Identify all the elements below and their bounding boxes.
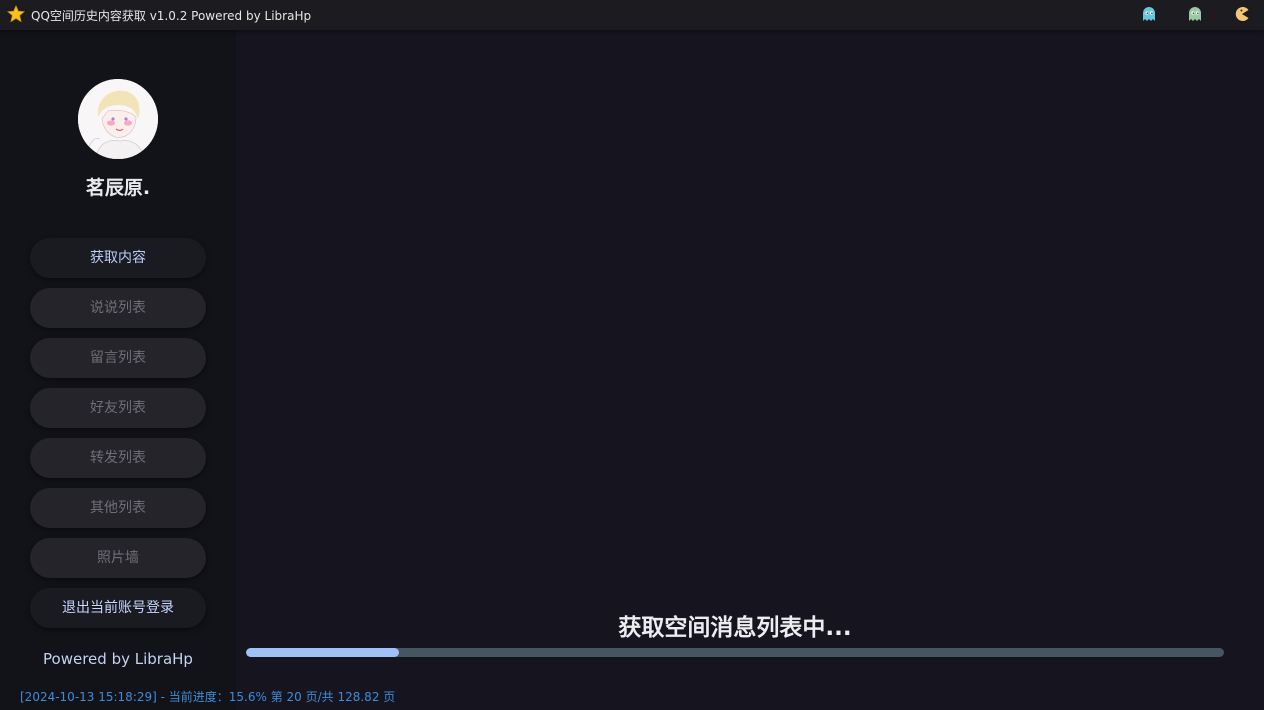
powered-by-label: Powered by LibraHp bbox=[43, 650, 193, 668]
progress-bar bbox=[246, 648, 1224, 657]
shuoshuo-list-button[interactable]: 说说列表 bbox=[30, 288, 206, 328]
avatar-illustration bbox=[78, 79, 158, 159]
logout-button[interactable]: 退出当前账号登录 bbox=[30, 588, 206, 628]
app-window: QQ空间历史内容获取 v1.0.2 Powered by LibraHp 茗辰原… bbox=[0, 0, 1264, 710]
star-icon bbox=[7, 5, 25, 23]
photo-wall-button[interactable]: 照片墙 bbox=[30, 538, 206, 578]
username: 茗辰原. bbox=[85, 177, 151, 199]
pacman-icon[interactable] bbox=[1233, 5, 1251, 23]
status-title: 获取空间消息列表中... bbox=[618, 615, 852, 641]
progress-log: [2024-10-13 15:18:29] - 当前进度：15.6% 第 20 … bbox=[20, 690, 396, 704]
forward-list-button[interactable]: 转发列表 bbox=[30, 438, 206, 478]
ghost-green-icon[interactable] bbox=[1186, 5, 1204, 23]
window-title: QQ空间历史内容获取 v1.0.2 Powered by LibraHp bbox=[31, 9, 312, 23]
avatar bbox=[78, 79, 158, 159]
friend-list-button[interactable]: 好友列表 bbox=[30, 388, 206, 428]
ghost-blue-icon[interactable] bbox=[1140, 5, 1158, 23]
title-bar[interactable]: QQ空间历史内容获取 v1.0.2 Powered by LibraHp bbox=[0, 0, 1264, 30]
message-list-button[interactable]: 留言列表 bbox=[30, 338, 206, 378]
progress-fill bbox=[246, 648, 399, 657]
fetch-content-button[interactable]: 获取内容 bbox=[30, 238, 206, 278]
other-list-button[interactable]: 其他列表 bbox=[30, 488, 206, 528]
